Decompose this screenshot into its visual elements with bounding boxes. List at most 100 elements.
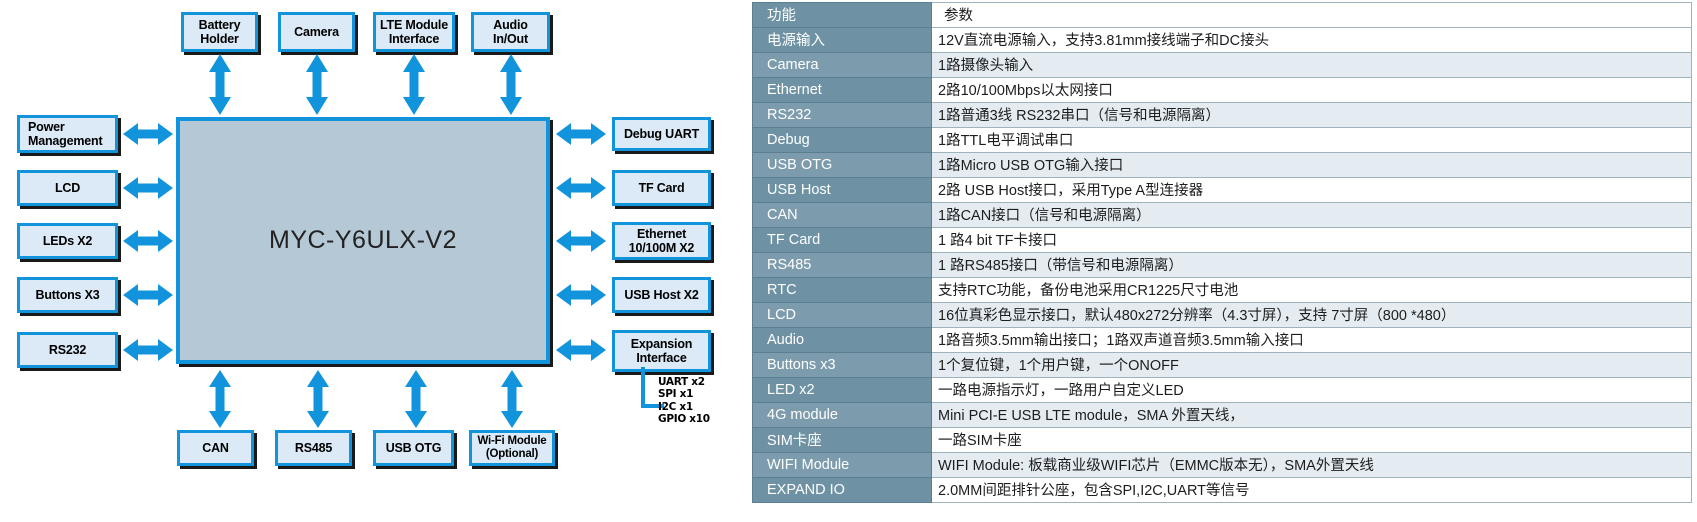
table-cell-function: LED x2 xyxy=(752,377,932,403)
table-row: Buttons x3 1个复位键，1个用户键，一个ONOFF xyxy=(752,352,1692,378)
arrow-usb-otg xyxy=(404,370,428,428)
block-line: 10/100M X2 xyxy=(628,241,695,255)
table-row: CAN 1路CAN接口（信号和电源隔离） xyxy=(752,202,1692,228)
table-cell-parameter: 1路TTL电平调试串口 xyxy=(931,127,1692,153)
table-row: RTC 支持RTC功能，备份电池采用CR1225尺寸电池 xyxy=(752,277,1692,303)
block-line: USB OTG xyxy=(385,441,442,455)
block-line: Management xyxy=(28,134,103,148)
block-line: RS485 xyxy=(294,441,333,455)
table-cell-parameter: 1路摄像头输入 xyxy=(931,52,1692,78)
arrow-ethernet xyxy=(556,229,606,253)
block-line: Audio xyxy=(493,18,528,32)
table-cell-parameter: 1路音频3.5mm输出接口；1路双声道音频3.5mm输入接口 xyxy=(931,327,1692,353)
table-cell-function: Audio xyxy=(752,327,932,353)
table-cell-parameter: 1路普通3线 RS232串口（信号和电源隔离） xyxy=(931,102,1692,128)
table-cell-function: USB OTG xyxy=(752,152,932,178)
table-cell-function: Debug xyxy=(752,127,932,153)
block-line: Interface xyxy=(636,351,687,365)
table-cell-function: Buttons x3 xyxy=(752,352,932,378)
arrow-camera xyxy=(305,54,329,115)
block-line: Battery xyxy=(198,18,241,32)
block-battery-holder: Battery Holder xyxy=(181,12,258,52)
block-line: In/Out xyxy=(493,32,528,46)
block-debug-uart: Debug UART xyxy=(612,117,711,151)
table-cell-function: Ethernet xyxy=(752,77,932,103)
block-line: CAN xyxy=(202,441,229,455)
expansion-note-line: GPIO x10 xyxy=(658,413,710,426)
block-line: Holder xyxy=(200,32,239,46)
arrow-buttons xyxy=(123,283,173,307)
block-expansion-interface: Expansion Interface xyxy=(612,330,711,372)
table-row: Ethernet 2路10/100Mbps以太网接口 xyxy=(752,77,1692,103)
table-cell-parameter: Mini PCI-E USB LTE module，SMA 外置天线， xyxy=(931,402,1692,428)
table-row: Audio 1路音频3.5mm输出接口；1路双声道音频3.5mm输入接口 xyxy=(752,327,1692,353)
block-usb-host-x2: USB Host X2 xyxy=(612,277,711,313)
table-row: Debug 1路TTL电平调试串口 xyxy=(752,127,1692,153)
block-line: USB Host X2 xyxy=(624,288,699,302)
arrow-power-management xyxy=(123,122,173,146)
expansion-note-line: UART x2 xyxy=(658,376,705,388)
block-line: TF Card xyxy=(638,181,685,195)
table-cell-function: 4G module xyxy=(752,402,932,428)
table-cell-function: EXPAND IO xyxy=(752,477,932,503)
arrow-expansion xyxy=(556,338,606,362)
table-row: WIFI Module WIFI Module: 板载商业级WIFI芯片（EMMC… xyxy=(752,452,1692,478)
block-line: Wi-Fi Module xyxy=(477,435,547,448)
arrow-lte-module xyxy=(402,54,426,115)
table-row: USB Host 2路 USB Host接口，采用Type A型连接器 xyxy=(752,177,1692,203)
table-cell-function: TF Card xyxy=(752,227,932,253)
table-cell-function: CAN xyxy=(752,202,932,228)
expansion-note-line: I2C x1 xyxy=(658,400,693,413)
table-row: RS485 1 路RS485接口（带信号和电源隔离） xyxy=(752,252,1692,278)
block-audio-in-out: Audio In/Out xyxy=(471,12,550,52)
table-header-parameter: 参数 xyxy=(931,2,1692,28)
block-ethernet: Ethernet 10/100M X2 xyxy=(612,222,711,260)
table-cell-parameter: 1 路RS485接口（带信号和电源隔离） xyxy=(931,252,1692,278)
table-row: Camera 1路摄像头输入 xyxy=(752,52,1692,78)
block-diagram: MYC-Y6ULX-V2 Battery Holder Camera LTE M… xyxy=(0,0,750,522)
block-lte-module-interface: LTE Module Interface xyxy=(373,12,455,52)
table-cell-function: Camera xyxy=(752,52,932,78)
table-cell-function: WIFI Module xyxy=(752,452,932,478)
block-line: (Optional) xyxy=(485,448,539,460)
spec-table: 功能 参数 电源输入 12V直流电源输入，支持3.81mm接线端子和DC接头 Cam… xyxy=(752,2,1692,503)
table-header-row: 功能 参数 xyxy=(752,2,1692,28)
table-row: EXPAND IO 2.0MM间距排针公座，包含SPI,I2C,UART等信号 xyxy=(752,477,1692,503)
table-cell-parameter: 2路10/100Mbps以太网接口 xyxy=(931,77,1692,103)
table-cell-function: LCD xyxy=(752,302,932,328)
table-cell-parameter: 2路 USB Host接口，采用Type A型连接器 xyxy=(931,177,1692,203)
block-line: LCD xyxy=(54,181,81,195)
table-row: RS232 1路普通3线 RS232串口（信号和电源隔离） xyxy=(752,102,1692,128)
table-row: SIM卡座 一路SIM卡座 xyxy=(752,427,1692,453)
table-cell-parameter: 16位真彩色显示接口，默认480x272分辨率（4.3寸屏），支持 7寸屏（80… xyxy=(931,302,1692,328)
table-cell-function: RS485 xyxy=(752,252,932,278)
arrow-battery-holder xyxy=(208,54,232,115)
table-cell-function: RTC xyxy=(752,277,932,303)
block-line: Expansion xyxy=(630,337,693,351)
table-cell-parameter: 支持RTC功能，备份电池采用CR1225尺寸电池 xyxy=(931,277,1692,303)
table-cell-parameter: 2.0MM间距排针公座，包含SPI,I2C,UART等信号 xyxy=(931,477,1692,503)
table-cell-parameter: WIFI Module: 板载商业级WIFI芯片（EMMC版本无），SMA外置天… xyxy=(931,452,1692,478)
table-row: USB OTG 1路Micro USB OTG输入接口 xyxy=(752,152,1692,178)
arrow-leds xyxy=(123,229,173,253)
soc-block: MYC-Y6ULX-V2 xyxy=(176,117,550,364)
block-line: Buttons X3 xyxy=(35,288,100,302)
table-row: 4G module Mini PCI-E USB LTE module，SMA 外… xyxy=(752,402,1692,428)
expansion-leader-line xyxy=(640,367,664,409)
block-line: Power xyxy=(28,120,65,134)
table-cell-parameter: 一路电源指示灯，一路用户自定义LED xyxy=(931,377,1692,403)
table-cell-function: RS232 xyxy=(752,102,932,128)
table-cell-parameter: 12V直流电源输入，支持3.81mm接线端子和DC接头 xyxy=(931,27,1692,53)
block-line: Ethernet xyxy=(636,227,687,241)
table-row: LED x2 一路电源指示灯，一路用户自定义LED xyxy=(752,377,1692,403)
block-can: CAN xyxy=(177,430,254,466)
table-row: LCD 16位真彩色显示接口，默认480x272分辨率（4.3寸屏），支持 7寸屏… xyxy=(752,302,1692,328)
block-line: Debug UART xyxy=(623,127,700,141)
table-cell-function: USB Host xyxy=(752,177,932,203)
block-rs232: RS232 xyxy=(17,332,118,368)
table-cell-parameter: 一路SIM卡座 xyxy=(931,427,1692,453)
block-lcd: LCD xyxy=(17,170,118,206)
block-line: Interface xyxy=(388,32,440,46)
block-leds-x2: LEDs X2 xyxy=(17,223,118,259)
block-usb-otg: USB OTG xyxy=(373,430,454,466)
